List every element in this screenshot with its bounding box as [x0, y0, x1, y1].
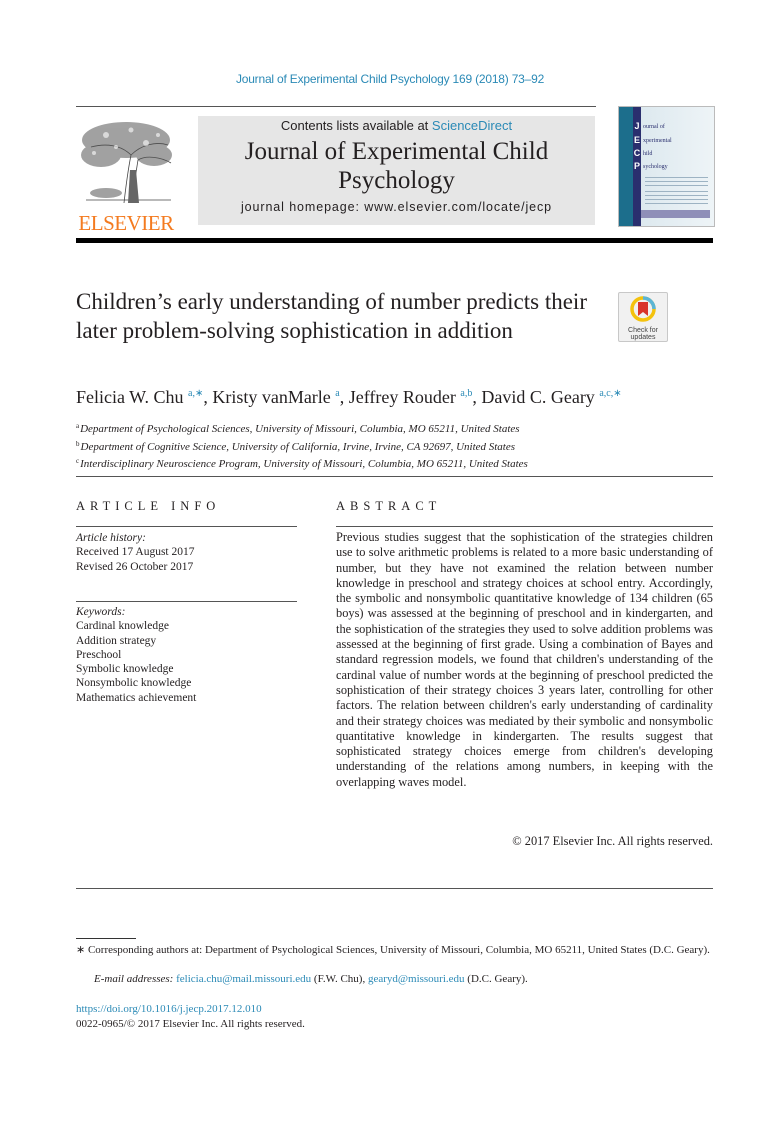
keyword-item: Cardinal knowledge [76, 620, 169, 633]
keyword-item: Nonsymbolic knowledge [76, 677, 192, 690]
cover-text-line [645, 191, 708, 192]
affiliation-text: Department of Psychological Sciences, Un… [80, 423, 520, 435]
journal-masthead: Contents lists available at ScienceDirec… [198, 116, 595, 225]
affiliation-key: c [76, 457, 80, 465]
info-rule [76, 601, 297, 602]
abstract-heading: ABSTRACT [336, 499, 442, 513]
affiliation-item: bDepartment of Cognitive Science, Univer… [76, 437, 716, 455]
cover-text-line [645, 203, 708, 204]
affiliation-item: cInterdisciplinary Neuroscience Program,… [76, 454, 716, 472]
article-title: Children’s early understanding of number… [76, 289, 587, 343]
author-separator: , [472, 387, 482, 407]
affiliation-key: b [76, 439, 80, 448]
cover-word: sychology [643, 164, 668, 170]
section-rule [76, 476, 713, 477]
article-info-heading: ARTICLE INFO [76, 499, 221, 513]
check-updates-line-1: Check for [628, 327, 658, 334]
keyword-item: Preschool [76, 648, 122, 661]
journal-citation-link[interactable]: Journal of Experimental Child Psychology… [0, 72, 780, 86]
cover-text-line [645, 195, 708, 196]
author-affiliation-marker[interactable]: a,c,∗ [599, 388, 621, 399]
cover-text-line [645, 181, 708, 182]
author-name[interactable]: Jeffrey Rouder [349, 387, 456, 407]
article-history: Article history: Received 17 August 2017… [76, 531, 297, 574]
doi-link[interactable]: https://doi.org/10.1016/j.jecp.2017.12.0… [76, 1003, 262, 1015]
cover-letter: J [634, 121, 640, 131]
email-owner: (D.C. Geary). [464, 973, 528, 985]
author-name[interactable]: Kristy vanMarle [212, 387, 330, 407]
author-name[interactable]: David C. Geary [481, 387, 594, 407]
author-name[interactable]: Felicia W. Chu [76, 387, 184, 407]
header-rule [76, 106, 596, 107]
check-updates-line-2: updates [630, 334, 656, 341]
affiliation-item: aDepartment of Psychological Sciences, U… [76, 419, 716, 437]
author-list: Felicia W. Chu a,∗, Kristy vanMarle a, J… [76, 387, 716, 408]
author-affiliation-marker[interactable]: a,∗ [188, 388, 203, 399]
cover-text-line [645, 185, 708, 186]
cover-band [641, 210, 710, 218]
contents-prefix: Contents lists available at [280, 118, 432, 133]
author-affiliation-marker[interactable]: a,b [460, 388, 472, 399]
abstract-rule [336, 526, 713, 527]
cover-word: xperimental [643, 138, 672, 144]
keyword-item: Mathematics achievement [76, 691, 197, 704]
author-separator: , [339, 387, 349, 407]
abstract-text: Previous studies suggest that the sophis… [336, 530, 713, 789]
elsevier-wordmark: ELSEVIER [78, 211, 174, 235]
sciencedirect-link[interactable]: ScienceDirect [432, 118, 512, 133]
cover-text-line [645, 177, 708, 178]
journal-title: Journal of Experimental Child Psychology [244, 138, 549, 194]
email-owner: (F.W. Chu), [311, 973, 368, 985]
check-for-updates-button[interactable]: Check for updates [618, 292, 668, 342]
check-updates-icon [630, 296, 656, 322]
journal-cover-image[interactable]: J E C P ournal of xperimental hild sycho… [618, 106, 715, 227]
email-link[interactable]: gearyd@missouri.edu [368, 973, 465, 985]
section-rule [76, 888, 713, 889]
elsevier-logo[interactable]: ELSEVIER [76, 115, 176, 234]
info-rule [76, 526, 297, 527]
received-date: Received 17 August 2017 [76, 546, 195, 559]
check-updates-label: Check for updates [619, 327, 667, 341]
email-addresses: E-mail addresses: felicia.chu@mail.misso… [94, 973, 714, 985]
revised-date: Revised 26 October 2017 [76, 560, 194, 573]
cover-letter: P [633, 161, 640, 171]
email-label: E-mail addresses: [94, 973, 174, 985]
footnote-rule [76, 938, 136, 939]
issn-copyright: 0022-0965/© 2017 Elsevier Inc. All right… [76, 1018, 305, 1030]
email-link[interactable]: felicia.chu@mail.missouri.edu [176, 973, 311, 985]
cover-word: hild [643, 151, 653, 157]
affiliation-text: Interdisciplinary Neuroscience Program, … [80, 458, 528, 470]
cover-word: ournal of [643, 124, 665, 130]
keywords: Keywords: Cardinal knowledge Addition st… [76, 605, 297, 705]
author-separator: , [203, 387, 213, 407]
keywords-label: Keywords: [76, 606, 126, 618]
journal-homepage-link[interactable]: journal homepage: www.elsevier.com/locat… [198, 200, 595, 214]
cover-letter: E [633, 135, 640, 145]
cover-text-line [645, 199, 708, 200]
elsevier-tree-icon [81, 122, 172, 204]
abstract-copyright: © 2017 Elsevier Inc. All rights reserved… [512, 834, 713, 848]
affiliation-key: a [76, 422, 80, 430]
keyword-item: Symbolic knowledge [76, 663, 174, 676]
affiliations: aDepartment of Psychological Sciences, U… [76, 419, 716, 472]
corresponding-author-note: ∗ Corresponding authors at: Department o… [76, 944, 710, 956]
contents-line: Contents lists available at ScienceDirec… [198, 118, 595, 133]
affiliation-text: Department of Cognitive Science, Univers… [80, 440, 516, 453]
cover-letter: C [633, 148, 641, 158]
keyword-item: Addition strategy [76, 634, 157, 647]
masthead-rule [76, 238, 713, 243]
history-label: Article history: [76, 532, 146, 544]
